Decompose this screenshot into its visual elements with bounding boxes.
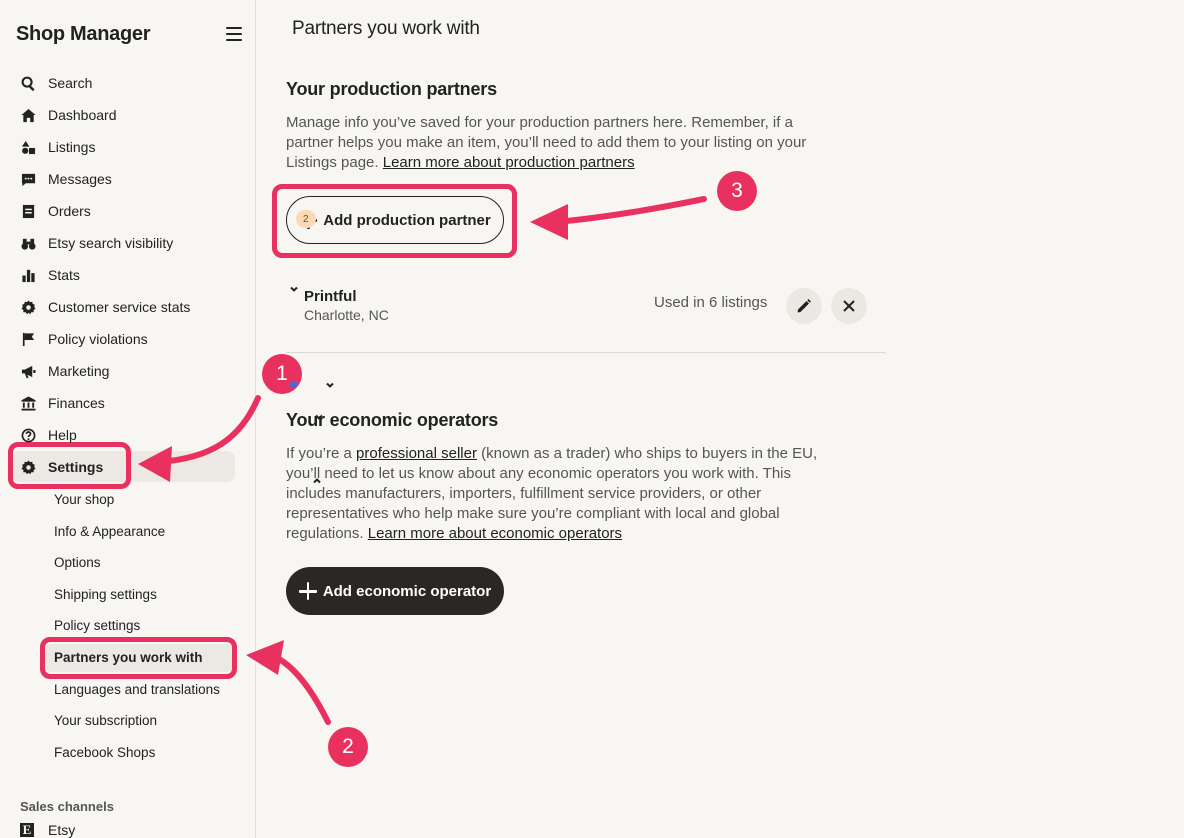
- sidebar-item-label: Etsy search visibility: [48, 235, 174, 251]
- bank-icon: [20, 395, 36, 411]
- sidebar-item-label: Customer service stats: [48, 299, 191, 315]
- close-icon: [843, 300, 855, 312]
- menu-icon[interactable]: [226, 27, 242, 41]
- add-economic-operator-button[interactable]: Add economic operator: [286, 567, 504, 615]
- sidebar-item-label: Settings: [48, 459, 104, 475]
- settings-subitem-info-appearance[interactable]: Info & Appearance: [54, 522, 165, 542]
- sidebar-item-orders[interactable]: Orders 2: [0, 195, 316, 228]
- chevron-down-icon[interactable]: [289, 281, 299, 292]
- search-icon: [20, 75, 36, 91]
- megaphone-icon: [20, 363, 36, 379]
- sidebar-item-help[interactable]: Help: [0, 419, 256, 451]
- sidebar-item-marketing[interactable]: Marketing: [0, 355, 335, 388]
- chevron-down-icon[interactable]: [325, 377, 335, 388]
- sidebar-item-listings[interactable]: Listings: [0, 131, 256, 163]
- production-partners-heading: Your production partners: [286, 79, 497, 99]
- binoculars-icon: [20, 235, 36, 251]
- section-divider: [286, 352, 886, 353]
- sales-channels-heading: Sales channels: [20, 799, 114, 814]
- orders-count-badge: 2: [295, 210, 316, 228]
- add-production-partner-button[interactable]: Add production partner: [286, 196, 504, 244]
- settings-subitem-your-shop[interactable]: Your shop: [54, 490, 114, 510]
- app-title: Shop Manager: [16, 22, 151, 45]
- chevron-up-icon[interactable]: [312, 473, 322, 484]
- sidebar-item-label: Orders: [48, 203, 91, 219]
- learn-more-production-link[interactable]: Learn more about production partners: [383, 154, 635, 171]
- orders-icon: [20, 203, 36, 219]
- shapes-icon: [20, 139, 36, 155]
- sidebar-item-label: Messages: [48, 171, 112, 187]
- sidebar-header: Shop Manager: [16, 22, 246, 46]
- sidebar-item-messages[interactable]: Messages: [0, 163, 256, 195]
- active-item-background: [12, 451, 235, 482]
- sidebar: Shop Manager Search Dashboard Listings M…: [0, 0, 335, 838]
- etsy-logo-icon: E: [20, 822, 34, 837]
- sidebar-item-label: Finances: [48, 395, 105, 411]
- gear-icon: [20, 299, 36, 315]
- sidebar-item-label: Policy violations: [48, 331, 148, 347]
- sidebar-item-label: Search: [48, 75, 93, 91]
- plus-icon: [298, 582, 317, 600]
- sidebar-item-label: Help: [48, 427, 77, 443]
- settings-subitem-partners[interactable]: Partners you work with: [54, 648, 203, 668]
- bar-chart-icon: [20, 267, 36, 283]
- sidebar-item-settings[interactable]: Settings: [0, 451, 321, 484]
- home-icon: [20, 107, 36, 123]
- sidebar-item-search[interactable]: Search: [0, 67, 256, 99]
- production-partners-description: Manage info you’ve saved for your produc…: [286, 114, 807, 171]
- sidebar-nav: Search Dashboard Listings Messages Order…: [0, 67, 335, 484]
- sidebar-item-customer-service-stats[interactable]: Customer service stats: [0, 291, 256, 323]
- sidebar-item-label: Stats: [48, 267, 80, 283]
- sidebar-item-finances[interactable]: Finances: [0, 387, 323, 420]
- sidebar-item-label: Marketing: [48, 363, 110, 379]
- flag-icon: [20, 331, 36, 347]
- settings-icon: [20, 459, 36, 475]
- sales-channel-etsy[interactable]: E Etsy: [20, 822, 75, 838]
- professional-seller-link[interactable]: professional seller: [356, 445, 477, 462]
- settings-subitem-subscription[interactable]: Your subscription: [54, 711, 157, 731]
- pencil-icon: [797, 299, 811, 313]
- economic-operators-description: If you’re a professional seller (known a…: [286, 445, 818, 542]
- sidebar-item-dashboard[interactable]: Dashboard: [0, 99, 256, 131]
- sidebar-item-stats[interactable]: Stats: [0, 259, 298, 292]
- sidebar-item-search-visibility[interactable]: Etsy search visibility: [0, 227, 256, 259]
- settings-subitem-shipping-settings[interactable]: Shipping settings: [54, 585, 157, 605]
- learn-more-economic-link[interactable]: Learn more about economic operators: [368, 525, 622, 542]
- partner-usage: Used in 6 listings: [654, 294, 768, 311]
- settings-subitem-policy-settings[interactable]: Policy settings: [54, 616, 140, 636]
- chevron-down-icon[interactable]: [314, 409, 324, 420]
- sidebar-item-policy-violations[interactable]: Policy violations: [0, 323, 256, 355]
- main-content: Partners you work with Your production p…: [256, 0, 1184, 838]
- settings-subitem-languages[interactable]: Languages and translations: [54, 680, 220, 700]
- sidebar-item-label: Listings: [48, 139, 96, 155]
- sidebar-item-label: Dashboard: [48, 107, 117, 123]
- help-icon: [20, 427, 36, 443]
- edit-partner-button[interactable]: [786, 288, 822, 324]
- settings-subitem-facebook-shops[interactable]: Facebook Shops: [54, 743, 155, 763]
- chat-icon: [20, 171, 36, 187]
- partner-location: Charlotte, NC: [304, 307, 389, 323]
- settings-subitem-options[interactable]: Options: [54, 553, 101, 573]
- sales-channel-label: Etsy: [48, 822, 76, 838]
- page-title: Partners you work with: [292, 18, 480, 39]
- partner-name: Printful: [304, 288, 357, 305]
- remove-partner-button[interactable]: [831, 288, 867, 324]
